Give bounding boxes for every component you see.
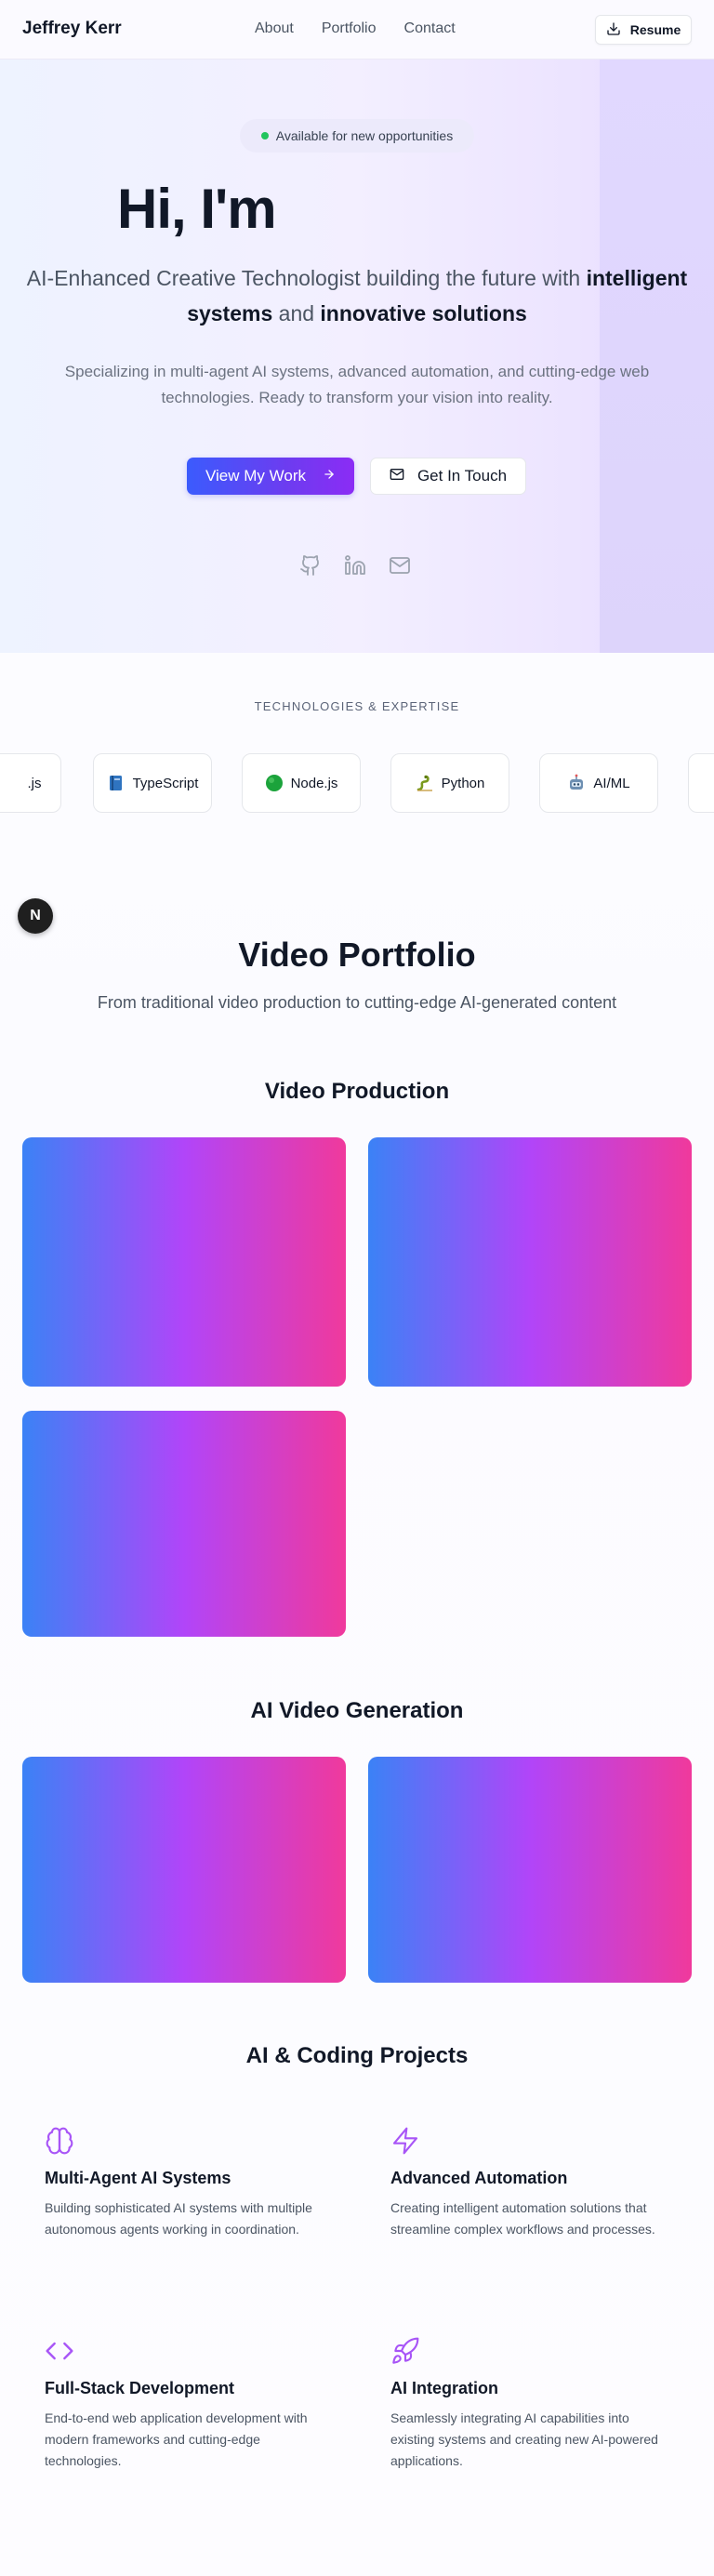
hero-subtitle-part2: and — [272, 301, 321, 325]
hero-subtitle-part1: AI-Enhanced Creative Technologist buildi… — [26, 266, 587, 290]
project-description: Building sophisticated AI systems with m… — [45, 2200, 312, 2237]
arrow-right-icon — [323, 467, 336, 485]
view-my-work-label: View My Work — [205, 467, 306, 485]
view-my-work-button[interactable]: View My Work — [187, 458, 354, 495]
portfolio-subtitle: From traditional video production to cut… — [97, 993, 617, 1012]
tech-card-typescript: TypeScript — [93, 753, 212, 813]
resume-button[interactable]: Resume — [595, 15, 692, 45]
project-card: Advanced Automation Creating intelligent… — [390, 2126, 688, 2240]
tech-card-aiml: AI/ML — [539, 753, 658, 813]
nav-link-contact[interactable]: Contact — [404, 20, 456, 37]
get-in-touch-label: Get In Touch — [416, 467, 508, 485]
get-in-touch-button[interactable]: Get In Touch — [370, 458, 526, 495]
snake-icon — [416, 774, 434, 792]
page: Jeffrey Kerr About Portfolio Contact Res… — [0, 0, 714, 2576]
nav-link-about[interactable]: About — [255, 20, 294, 37]
tech-card-js: .js — [0, 753, 61, 813]
project-title: AI Integration — [390, 2379, 498, 2397]
robot-icon — [567, 774, 586, 792]
code-icon — [45, 2336, 74, 2366]
project-card: Multi-Agent AI Systems Building sophisti… — [45, 2126, 342, 2240]
tech-card-label: AI/ML — [593, 775, 630, 791]
tech-card-partial — [688, 753, 714, 813]
download-icon — [606, 21, 621, 39]
tech-card-label: Python — [441, 775, 485, 791]
mail-icon[interactable] — [389, 554, 411, 577]
hero-title: Hi, I'm — [117, 178, 277, 240]
book-icon — [107, 774, 126, 792]
tech-carousel: .js TypeScript Node.js Python AI/ML — [0, 753, 714, 815]
video-thumbnail[interactable] — [368, 1757, 692, 1983]
hero-background-panel — [600, 60, 714, 653]
resume-label: Resume — [629, 22, 681, 37]
tech-card-nodejs: Node.js — [242, 753, 361, 813]
video-production-title: Video Production — [264, 1079, 450, 1104]
project-title: Full-Stack Development — [45, 2379, 235, 2397]
project-description: End-to-end web application development w… — [45, 2410, 308, 2468]
rocket-icon — [390, 2336, 420, 2366]
hero-subtitle: AI-Enhanced Creative Technologist buildi… — [19, 260, 695, 331]
video-thumbnail[interactable] — [368, 1137, 692, 1387]
project-description: Creating intelligent automation solution… — [390, 2200, 655, 2237]
github-icon[interactable] — [299, 554, 322, 577]
social-links — [299, 554, 411, 577]
portfolio-title: Video Portfolio — [238, 936, 476, 974]
video-thumbnail[interactable] — [22, 1137, 346, 1387]
project-description: Seamlessly integrating AI capabilities i… — [390, 2410, 658, 2468]
project-card: Full-Stack Development End-to-end web ap… — [45, 2336, 342, 2472]
brain-icon — [45, 2126, 74, 2156]
status-dot — [260, 132, 269, 139]
tech-card-label: .js — [27, 775, 42, 791]
tech-section-label: TECHNOLOGIES & EXPERTISE — [254, 699, 460, 713]
hero-section: Available for new opportunities Hi, I'm … — [0, 60, 714, 653]
lightning-icon — [390, 2126, 420, 2156]
hero-subtitle-bold2: innovative solutions — [320, 301, 527, 325]
video-thumbnail[interactable] — [22, 1757, 346, 1983]
linkedin-icon[interactable] — [344, 554, 366, 577]
project-title: Multi-Agent AI Systems — [45, 2169, 231, 2187]
hero-description: Specializing in multi-agent AI systems, … — [64, 363, 650, 406]
project-title: Advanced Automation — [390, 2169, 568, 2187]
video-thumbnail[interactable] — [22, 1411, 346, 1637]
site-logo[interactable]: Jeffrey Kerr — [22, 19, 122, 39]
site-header: Jeffrey Kerr About Portfolio Contact Res… — [0, 0, 714, 60]
projects-title: AI & Coding Projects — [245, 2043, 469, 2068]
project-card: AI Integration Seamlessly integrating AI… — [390, 2336, 688, 2472]
ai-video-generation-title: AI Video Generation — [250, 1698, 464, 1723]
main-nav: About Portfolio Contact — [255, 20, 456, 37]
green-circle-icon — [265, 774, 284, 792]
availability-badge: Available for new opportunities — [240, 119, 474, 153]
availability-text: Available for new opportunities — [275, 128, 454, 143]
next-dev-indicator-button[interactable]: N — [18, 898, 53, 934]
nav-link-portfolio[interactable]: Portfolio — [322, 20, 377, 37]
tech-card-label: TypeScript — [132, 775, 199, 791]
tech-card-python: Python — [390, 753, 509, 813]
tech-card-label: Node.js — [290, 775, 338, 791]
mail-icon — [390, 467, 404, 486]
